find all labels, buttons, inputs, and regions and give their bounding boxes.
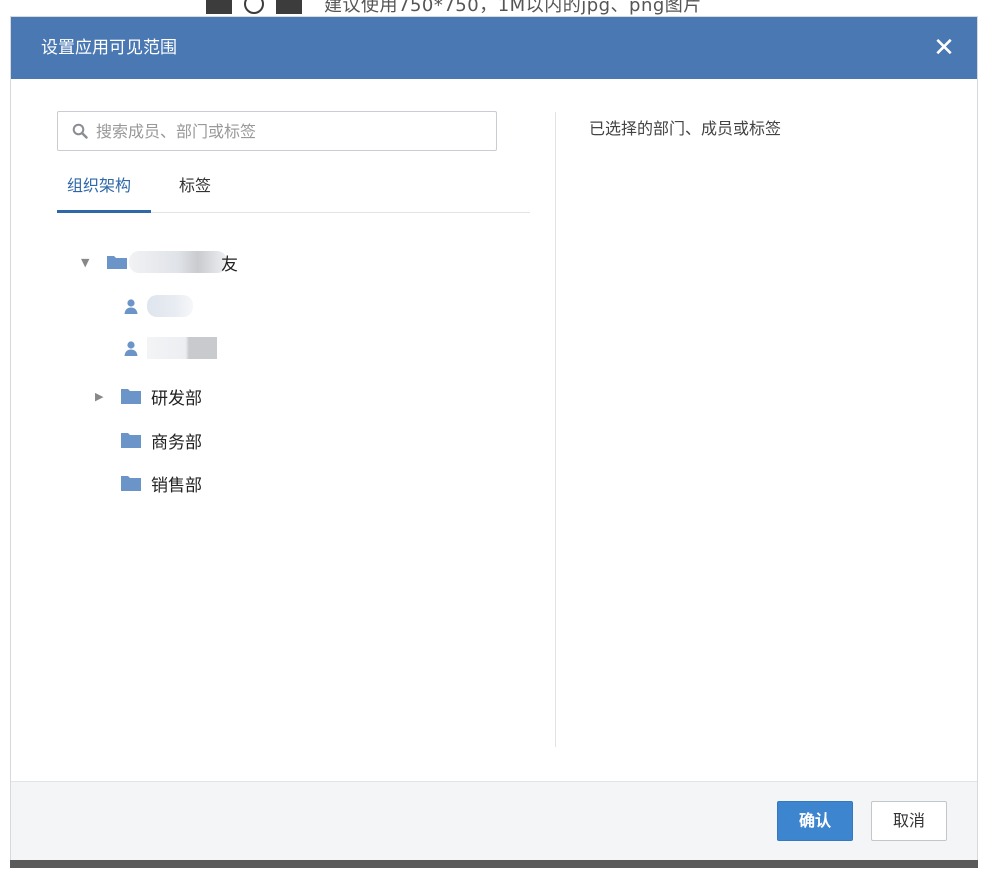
- selected-pane: 已选择的部门、成员或标签: [556, 79, 977, 779]
- close-button[interactable]: ✕: [929, 31, 959, 65]
- tree-node-rd[interactable]: ▶ 研发部: [95, 381, 202, 411]
- close-icon: ✕: [933, 33, 955, 63]
- search-icon: [72, 123, 88, 139]
- background-icon: [244, 0, 264, 14]
- background-page-bottom: [0, 860, 983, 880]
- org-picker-pane: 组织架构 标签 ▼ 友: [11, 79, 555, 779]
- background-page-right: [978, 0, 983, 880]
- dialog-header: 设置应用可见范围 ✕: [11, 17, 977, 79]
- background-page-left: [0, 16, 10, 880]
- confirm-button[interactable]: 确认: [777, 801, 853, 841]
- tree-node-root[interactable]: ▼ 友: [81, 247, 238, 277]
- tab-bar: 组织架构 标签: [57, 175, 530, 213]
- tree-node-label: 研发部: [151, 388, 202, 409]
- user-icon: [124, 341, 138, 356]
- tab-org-structure[interactable]: 组织架构: [57, 175, 151, 213]
- background-hint-text: 建议使用750*750，1M以内的jpg、png图片: [324, 0, 702, 16]
- redacted-member-name: [147, 337, 217, 359]
- folder-icon: [121, 389, 141, 404]
- tree-member[interactable]: [123, 291, 193, 321]
- tree-node-label: 销售部: [151, 475, 202, 496]
- root-label-suffix: 友: [221, 254, 238, 275]
- user-icon: [124, 299, 138, 314]
- background-page: 建议使用750*750，1M以内的jpg、png图片: [0, 0, 983, 16]
- redacted-org-name: [129, 251, 227, 273]
- tab-tags[interactable]: 标签: [179, 175, 229, 213]
- visibility-scope-dialog: 设置应用可见范围 ✕ 组织架构 标签 ▼ 友: [10, 16, 978, 860]
- dialog-title: 设置应用可见范围: [41, 38, 177, 58]
- caret-right-icon[interactable]: ▶: [95, 390, 109, 403]
- redacted-member-name: [147, 295, 193, 317]
- cancel-button[interactable]: 取消: [871, 801, 947, 841]
- search-input[interactable]: [96, 112, 486, 150]
- selected-title: 已选择的部门、成员或标签: [589, 119, 782, 138]
- tree-node-business[interactable]: 商务部: [121, 425, 202, 455]
- folder-icon: [121, 433, 141, 448]
- tree-node-label: 商务部: [151, 432, 202, 453]
- tree-node-sales[interactable]: 销售部: [121, 468, 202, 498]
- background-icon: [206, 0, 232, 14]
- dialog-footer: 确认 取消: [11, 781, 977, 860]
- background-icon: [276, 0, 302, 14]
- search-box[interactable]: [57, 111, 497, 151]
- caret-down-icon[interactable]: ▼: [81, 256, 95, 269]
- tree-member[interactable]: [123, 333, 217, 363]
- folder-icon: [121, 476, 141, 491]
- folder-icon: [107, 256, 127, 269]
